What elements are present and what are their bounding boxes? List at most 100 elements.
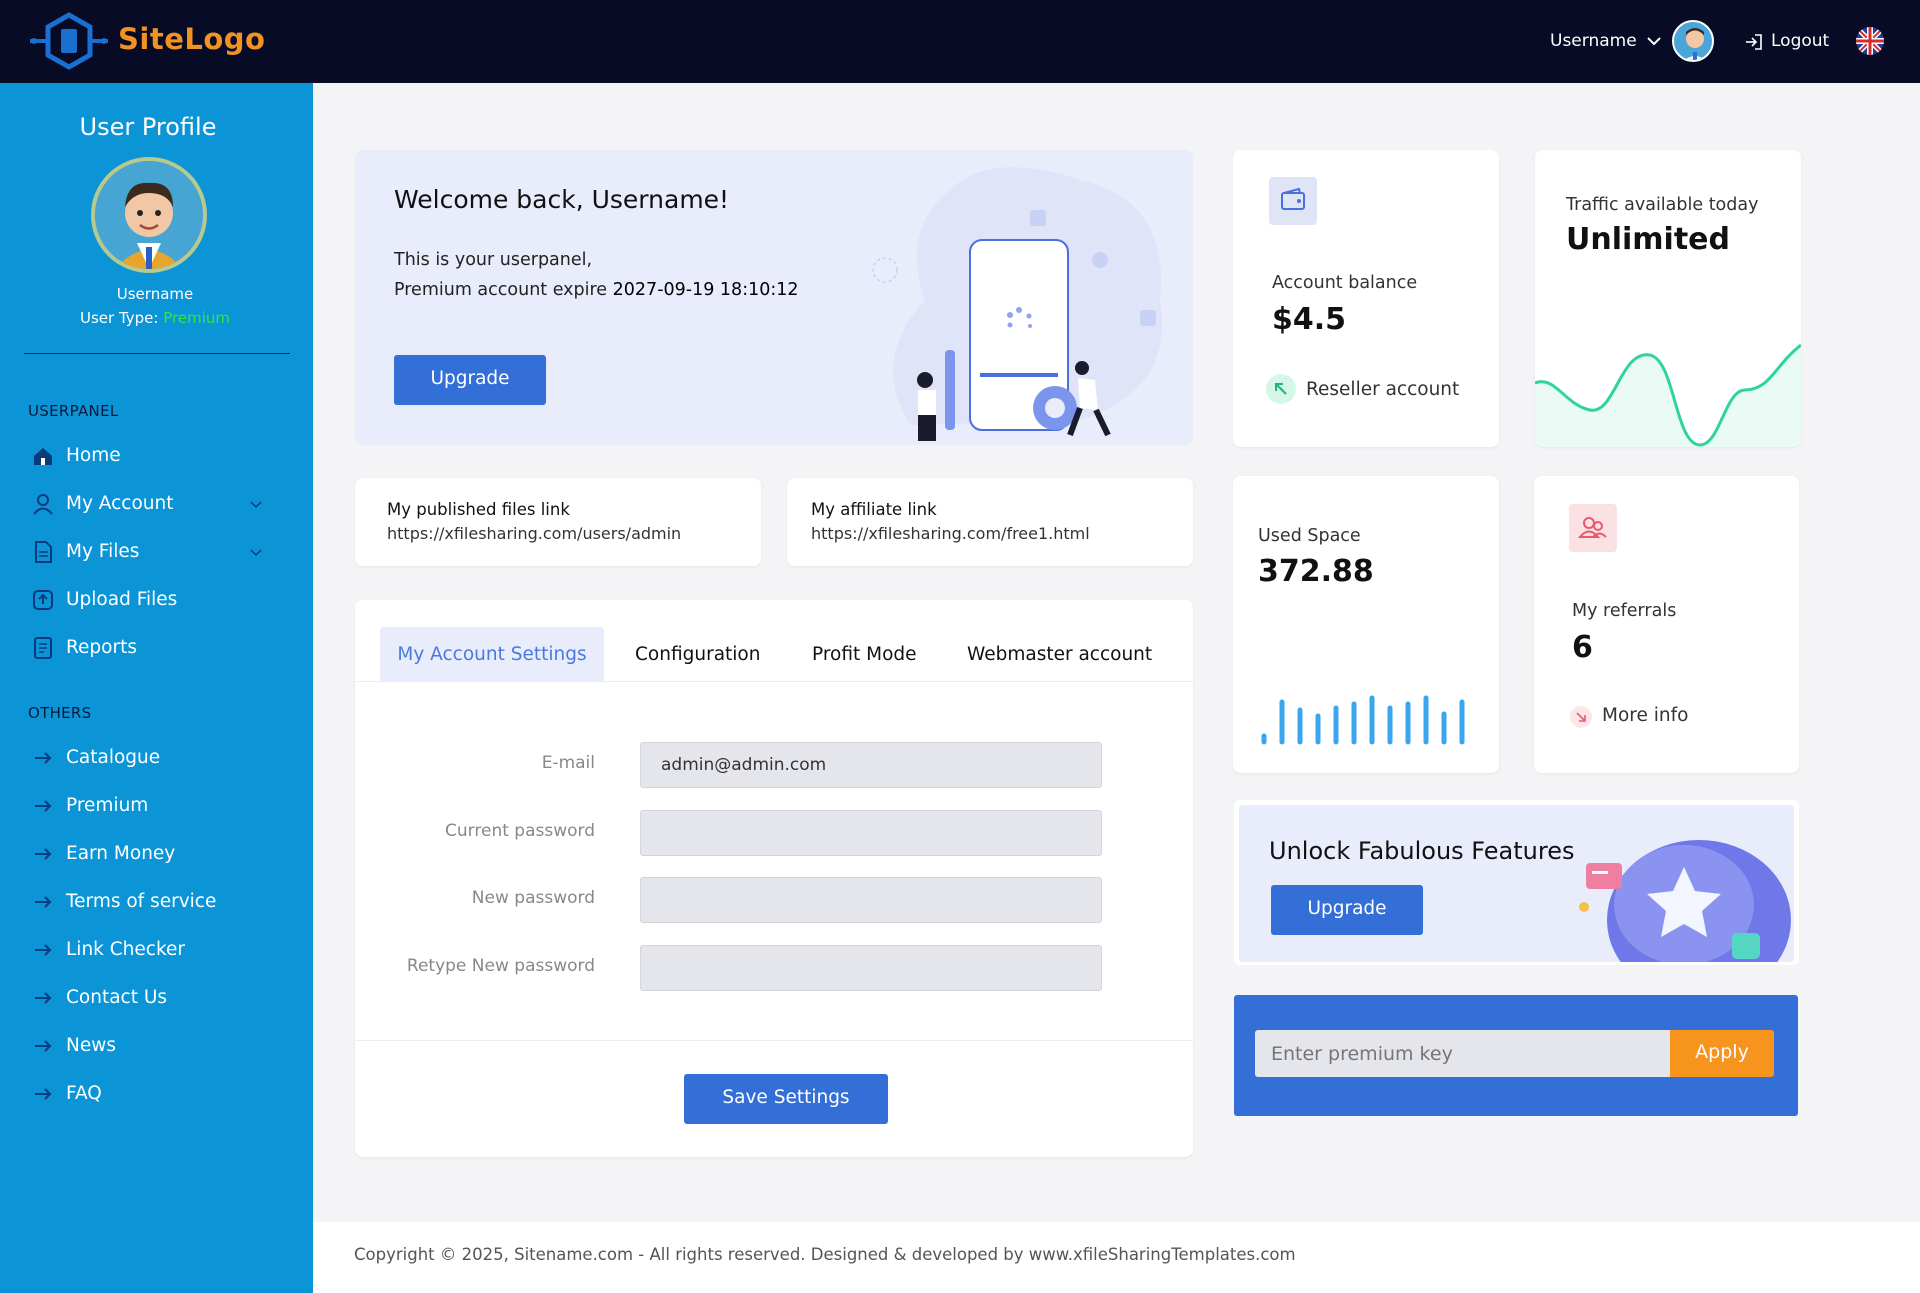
tab-profit-mode[interactable]: Profit Mode	[812, 627, 917, 681]
traffic-sparkline	[1535, 343, 1801, 447]
sidebar-item-my-account[interactable]: My Account	[30, 489, 270, 523]
sidebar-item-contact-us[interactable]: Contact Us	[30, 983, 270, 1017]
account-balance-value: $4.5	[1272, 302, 1347, 337]
footer: Copyright © 2025, Sitename.com - All rig…	[313, 1222, 1920, 1293]
upgrade-button[interactable]: Upgrade	[394, 355, 546, 405]
referrals-label: My referrals	[1572, 601, 1677, 621]
chevron-down-icon	[250, 549, 262, 557]
expire-date: 2027-09-19 18:10:12	[612, 280, 799, 300]
sidebar-item-catalogue[interactable]: Catalogue	[30, 743, 270, 777]
email-label: E-mail	[541, 753, 595, 773]
apply-button[interactable]: Apply	[1670, 1030, 1774, 1077]
tabs-divider	[355, 681, 1193, 682]
email-field[interactable]	[640, 742, 1102, 788]
sidebar-item-label: Link Checker	[66, 939, 186, 960]
sidebar-item-my-files[interactable]: My Files	[30, 537, 270, 571]
uk-flag-icon[interactable]	[1856, 27, 1884, 55]
sidebar-item-label: Premium	[66, 795, 149, 816]
profile-user-type: User Type: Premium	[0, 309, 310, 327]
used-space-bars	[1261, 695, 1465, 745]
home-icon	[34, 448, 52, 465]
section-others: OTHERS	[28, 704, 92, 722]
premium-expire-line: Premium account expire 2027-09-19 18:10:…	[394, 280, 799, 300]
upload-icon	[33, 590, 53, 610]
sidebar-item-earn-money[interactable]: Earn Money	[30, 839, 270, 873]
profile-avatar	[91, 157, 207, 273]
arrow-right-icon	[35, 752, 52, 764]
used-space-value: 372.88	[1258, 554, 1374, 589]
used-space-card: Used Space 372.88	[1233, 476, 1499, 773]
users-icon	[1569, 504, 1617, 552]
tab-configuration[interactable]: Configuration	[635, 627, 760, 681]
sidebar-item-terms-of-service[interactable]: Terms of service	[30, 887, 270, 921]
footer-copyright: Copyright © 2025, Sitename.com - All rig…	[354, 1245, 1296, 1264]
new-password-label: New password	[471, 888, 595, 908]
user-icon	[33, 494, 53, 515]
account-balance-card: Account balance $4.5 Reseller account	[1233, 150, 1499, 447]
sidebar-item-home[interactable]: Home	[30, 441, 270, 475]
more-info-link[interactable]: More info	[1602, 705, 1688, 726]
sidebar-item-link-checker[interactable]: Link Checker	[30, 935, 270, 969]
current-password-field[interactable]	[640, 810, 1102, 856]
arrow-right-icon	[35, 944, 52, 956]
sidebar-item-label: Home	[66, 445, 121, 466]
retype-password-field[interactable]	[640, 945, 1102, 991]
chevron-down-icon	[250, 501, 262, 509]
referrals-value: 6	[1572, 630, 1593, 665]
unlock-upgrade-button[interactable]: Upgrade	[1271, 885, 1423, 935]
sidebar-item-label: FAQ	[66, 1083, 102, 1104]
referrals-card: My referrals 6 More info	[1534, 476, 1799, 773]
sidebar-item-news[interactable]: News	[30, 1031, 270, 1065]
logo-text: SiteLogo	[118, 22, 266, 56]
premium-key-box: Apply	[1234, 995, 1798, 1116]
top-navbar: SiteLogo Username Logout	[0, 0, 1920, 83]
chevron-down-icon[interactable]	[1646, 34, 1662, 48]
sidebar-item-label: Terms of service	[66, 891, 217, 912]
site-logo[interactable]: SiteLogo	[28, 12, 368, 70]
tab-webmaster-account[interactable]: Webmaster account	[967, 627, 1152, 681]
arrow-right-icon	[35, 1040, 52, 1052]
premium-key-input[interactable]	[1255, 1030, 1670, 1077]
account-settings-card: My Account Settings Configuration Profit…	[355, 600, 1193, 1157]
section-userpanel: USERPANEL	[28, 402, 119, 420]
save-settings-button[interactable]: Save Settings	[684, 1074, 888, 1124]
traffic-value: Unlimited	[1566, 222, 1730, 257]
sidebar-item-premium[interactable]: Premium	[30, 791, 270, 825]
new-password-field[interactable]	[640, 877, 1102, 923]
report-icon	[34, 637, 52, 659]
username-dropdown[interactable]: Username	[1550, 31, 1637, 51]
sidebar-item-label: Upload Files	[66, 589, 178, 610]
sidebar-item-reports[interactable]: Reports	[30, 633, 270, 667]
expire-label: Premium account expire	[394, 280, 608, 300]
sidebar-item-label: News	[66, 1035, 116, 1056]
sidebar-title: User Profile	[79, 113, 217, 141]
avatar[interactable]	[1672, 20, 1714, 62]
sidebar-item-label: Catalogue	[66, 747, 161, 768]
sidebar-item-label: My Account	[66, 493, 174, 514]
form-divider	[355, 1040, 1193, 1041]
tab-my-account-settings[interactable]: My Account Settings	[380, 627, 604, 681]
star-illustration	[1579, 840, 1791, 962]
logout-link[interactable]: Logout	[1771, 31, 1829, 51]
traffic-card: Traffic available today Unlimited	[1535, 150, 1801, 447]
sidebar: User Profile Username User Type: Premium…	[0, 83, 313, 1293]
profile-username: Username	[116, 285, 194, 303]
reseller-account-link[interactable]: Reseller account	[1306, 379, 1459, 400]
wallet-icon	[1269, 177, 1317, 225]
unlock-features-banner: Unlock Fabulous Features Upgrade	[1239, 805, 1794, 962]
welcome-line: This is your userpanel,	[394, 250, 593, 270]
sidebar-item-faq[interactable]: FAQ	[30, 1079, 270, 1113]
sidebar-item-upload-files[interactable]: Upload Files	[30, 585, 270, 619]
phone-repair-illustration	[872, 167, 1163, 441]
affiliate-link-title: My affiliate link	[811, 500, 937, 519]
logout-icon[interactable]	[1745, 33, 1763, 51]
published-link-url[interactable]: https://xfilesharing.com/users/admin	[387, 524, 681, 543]
sidebar-item-label: Contact Us	[66, 987, 168, 1008]
affiliate-link-url[interactable]: https://xfilesharing.com/free1.html	[811, 524, 1090, 543]
user-type-label: User Type:	[80, 309, 159, 327]
published-link-title: My published files link	[387, 500, 570, 519]
sidebar-divider	[24, 353, 290, 354]
arrow-right-icon	[35, 992, 52, 1004]
user-type-value: Premium	[163, 309, 230, 327]
traffic-label: Traffic available today	[1566, 195, 1759, 215]
